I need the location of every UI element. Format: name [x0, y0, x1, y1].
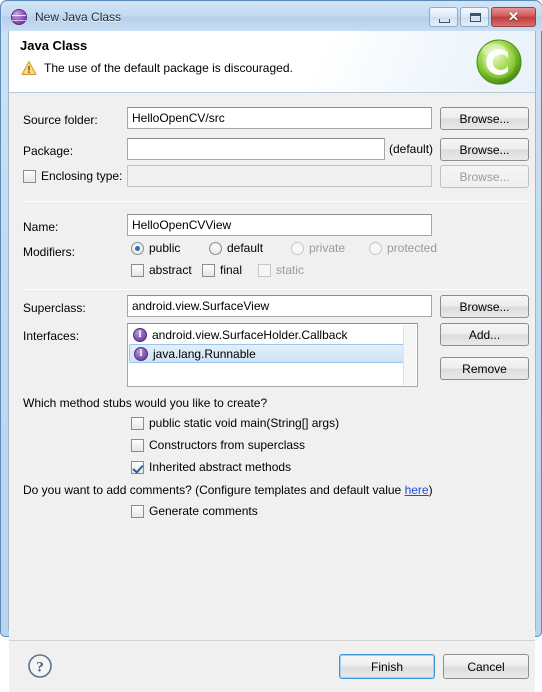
- comments-question-prefix: Do you want to add comments? (Configure …: [23, 483, 405, 497]
- superclass-label: Superclass:: [23, 301, 86, 315]
- radio-private-icon[interactable]: [291, 241, 304, 255]
- svg-text:?: ?: [36, 660, 44, 676]
- radio-protected-label: protected: [387, 241, 438, 255]
- interfaces-label: Interfaces:: [23, 329, 80, 343]
- maximize-icon: [470, 12, 481, 22]
- stub-check-constructors[interactable]: Constructors from superclass: [131, 438, 305, 452]
- checkbox-static-icon[interactable]: [258, 263, 271, 277]
- help-question-icon[interactable]: ?: [27, 653, 53, 679]
- superclass-input[interactable]: [127, 295, 432, 317]
- checkbox-constructors-icon[interactable]: [131, 438, 144, 452]
- package-input[interactable]: [127, 138, 385, 160]
- java-class-green-c-icon: [473, 36, 525, 88]
- method-stubs-question: Which method stubs would you like to cre…: [23, 396, 268, 410]
- name-label: Name:: [23, 220, 59, 234]
- stub-check-main[interactable]: public static void main(String[] args): [131, 416, 339, 430]
- list-item[interactable]: android.view.SurfaceHolder.Callback: [129, 325, 416, 344]
- source-folder-input[interactable]: [127, 107, 432, 129]
- radio-default-icon[interactable]: [209, 241, 222, 255]
- modifier-radio-default[interactable]: default: [209, 241, 263, 255]
- superclass-browse-button[interactable]: Browse...: [440, 295, 529, 318]
- list-item[interactable]: java.lang.Runnable: [129, 344, 416, 363]
- cancel-button[interactable]: Cancel: [443, 654, 529, 679]
- modifier-radio-private[interactable]: private: [291, 241, 345, 255]
- wizard-body: Source folder: Browse... Package: (defau…: [9, 93, 535, 692]
- source-folder-browse-button[interactable]: Browse...: [440, 107, 529, 130]
- header-message: The use of the default package is discou…: [44, 61, 293, 75]
- modifiers-label: Modifiers:: [23, 245, 76, 259]
- page-title: Java Class: [20, 38, 88, 53]
- generate-comments-check[interactable]: Generate comments: [131, 504, 258, 518]
- radio-public-icon[interactable]: [131, 241, 144, 255]
- finish-button[interactable]: Finish: [339, 654, 435, 679]
- title-bar: New Java Class ✕: [2, 2, 542, 31]
- name-label-wrap: Name:: [23, 218, 58, 236]
- wizard-header: Java Class The use of the default packag…: [9, 31, 535, 93]
- interface-icon: [133, 327, 147, 342]
- checkbox-final-label: final: [220, 263, 243, 277]
- modifiers-label-wrap: Modifiers:: [23, 243, 75, 261]
- list-item-label: java.lang.Runnable: [153, 346, 256, 361]
- close-button[interactable]: ✕: [491, 6, 536, 27]
- package-label-wrap: Package:: [23, 142, 73, 160]
- source-folder-label: Source folder:: [23, 113, 98, 127]
- radio-protected-icon[interactable]: [369, 241, 382, 255]
- dialog-window: New Java Class ✕ Java Class The use of t…: [0, 0, 542, 692]
- interfaces-label-wrap: Interfaces:: [23, 327, 79, 345]
- checkbox-generate-comments-label: Generate comments: [149, 504, 258, 518]
- interfaces-scrollbar[interactable]: [403, 325, 416, 385]
- package-default-suffix: (default): [389, 142, 434, 156]
- configure-templates-link[interactable]: here: [405, 483, 429, 497]
- modifier-radio-public[interactable]: public: [131, 241, 180, 255]
- interfaces-listbox[interactable]: android.view.SurfaceHolder.Callback java…: [127, 323, 418, 387]
- name-input[interactable]: [127, 214, 432, 236]
- enclosing-type-label: Enclosing type:: [41, 169, 123, 183]
- comments-question-suffix: ): [428, 483, 433, 497]
- source-folder-label-wrap: Source folder:: [23, 111, 98, 129]
- checkbox-inherited-abstract-icon[interactable]: [131, 460, 144, 474]
- minimize-button[interactable]: [429, 6, 458, 27]
- comments-question: Do you want to add comments? (Configure …: [23, 483, 433, 497]
- dialog-client-area: Java Class The use of the default packag…: [8, 31, 536, 692]
- checkbox-constructors-label: Constructors from superclass: [149, 438, 306, 452]
- radio-default-label: default: [227, 241, 264, 255]
- superclass-label-wrap: Superclass:: [23, 299, 86, 317]
- interfaces-add-button[interactable]: Add...: [440, 323, 529, 346]
- package-browse-button[interactable]: Browse...: [440, 138, 529, 161]
- modifier-radio-protected[interactable]: protected: [369, 241, 437, 255]
- radio-private-label: private: [309, 241, 346, 255]
- separator-1: [23, 201, 529, 202]
- separator-2: [23, 289, 529, 290]
- checkbox-static-label: static: [276, 263, 305, 277]
- interface-icon: [134, 346, 148, 361]
- enclosing-type-input[interactable]: [127, 165, 432, 187]
- maximize-button[interactable]: [460, 6, 489, 27]
- header-message-row: The use of the default package is discou…: [21, 60, 293, 76]
- modifier-check-final[interactable]: final: [202, 263, 242, 277]
- enclosing-type-checkbox[interactable]: [23, 169, 36, 183]
- minimize-icon: [439, 18, 450, 23]
- close-icon: ✕: [508, 8, 519, 24]
- java-package-sphere-icon: [11, 8, 27, 25]
- checkbox-inherited-abstract-label: Inherited abstract methods: [149, 460, 292, 474]
- interfaces-remove-button[interactable]: Remove: [440, 357, 529, 380]
- checkbox-abstract-icon[interactable]: [131, 263, 144, 277]
- checkbox-main-method-label: public static void main(String[] args): [149, 416, 340, 430]
- stub-check-inherited[interactable]: Inherited abstract methods: [131, 460, 291, 474]
- dialog-footer: ? Finish Cancel: [9, 640, 535, 692]
- window-controls: ✕: [429, 6, 536, 27]
- checkbox-main-method-icon[interactable]: [131, 416, 144, 430]
- modifier-check-static[interactable]: static: [258, 263, 304, 277]
- list-item-label: android.view.SurfaceHolder.Callback: [152, 327, 348, 342]
- checkbox-generate-comments-icon[interactable]: [131, 504, 144, 518]
- enclosing-type-browse-button[interactable]: Browse...: [440, 165, 529, 188]
- radio-public-label: public: [149, 241, 181, 255]
- modifier-check-abstract[interactable]: abstract: [131, 263, 192, 277]
- package-label: Package:: [23, 144, 74, 158]
- checkbox-abstract-label: abstract: [149, 263, 192, 277]
- warning-triangle-icon: [21, 60, 37, 76]
- checkbox-final-icon[interactable]: [202, 263, 215, 277]
- enclosing-type-checkbox-wrap[interactable]: Enclosing type:: [23, 169, 122, 183]
- window-title: New Java Class: [35, 9, 122, 24]
